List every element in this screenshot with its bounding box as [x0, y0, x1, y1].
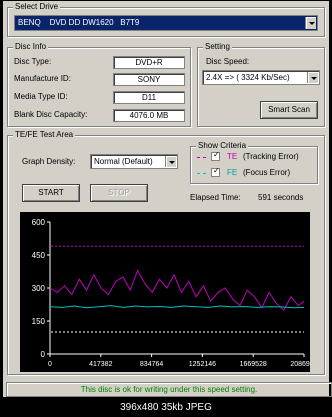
- stop-button[interactable]: STOP: [90, 184, 148, 202]
- disc-speed-label: Disc Speed:: [206, 57, 250, 66]
- elapsed-time-label: Elapsed Time:: [190, 193, 241, 202]
- media-type-id-label: Media Type ID:: [14, 92, 68, 101]
- disc-type-label: Disc Type:: [14, 57, 52, 66]
- nero-cd-dvd-speed-window: Select Drive BENQ DVD DD DW1620 B7T9 Dis…: [3, 1, 332, 397]
- x-tick-label: 1252146: [189, 361, 216, 368]
- show-criteria-group: Show Criteria TE (Tracking Error) FE (Fo…: [190, 141, 318, 184]
- graph-density-value: Normal (Default): [94, 157, 153, 166]
- te-long-label: (Tracking Error): [243, 152, 299, 161]
- image-caption: 396x480 35kb JPEG: [120, 402, 212, 413]
- disc-info-group: Disc Info Disc Type: DVD+R Manufacture I…: [7, 42, 191, 127]
- te-short-label: TE: [227, 152, 238, 161]
- graph-density-label: Graph Density:: [22, 157, 76, 166]
- y-tick-label: 450: [32, 251, 46, 260]
- disc-info-title: Disc Info: [13, 42, 49, 52]
- y-tick-label: 600: [32, 218, 46, 227]
- x-tick-label: 1669528: [240, 361, 267, 368]
- te-checkbox[interactable]: [211, 150, 220, 161]
- media-type-id-value: D11: [113, 91, 185, 104]
- fe-short-label: FE: [227, 168, 238, 177]
- setting-title: Setting: [203, 42, 232, 52]
- chevron-down-icon[interactable]: [305, 17, 316, 29]
- series-line: [49, 305, 305, 309]
- blank-disc-capacity-label: Blank Disc Capacity:: [14, 110, 88, 119]
- y-tick-label: 150: [32, 317, 46, 326]
- select-drive-title: Select Drive: [13, 2, 61, 12]
- series-line: [49, 269, 305, 311]
- disc-speed-dropdown[interactable]: 2.4X => ( 3324 Kb/Sec): [202, 70, 320, 85]
- te-fe-chart: 600 450 300 150 00 417382 834764 1252146 1669528…: [20, 212, 310, 372]
- chevron-down-icon[interactable]: [165, 156, 176, 167]
- fe-checkbox[interactable]: [211, 166, 220, 177]
- te-legend-line: [197, 157, 206, 158]
- setting-group: Setting Disc Speed: 2.4X => ( 3324 Kb/Se…: [197, 42, 325, 127]
- disc-speed-value: 2.4X => ( 3324 Kb/Sec): [206, 73, 290, 82]
- elapsed-time-value: 591 seconds: [258, 193, 304, 202]
- disc-type-value: DVD+R: [113, 56, 185, 69]
- manufacture-id-label: Manufacture ID:: [14, 74, 71, 83]
- fe-long-label: (Focus Error): [243, 168, 291, 177]
- smart-scan-button[interactable]: Smart Scan: [260, 101, 318, 119]
- start-button[interactable]: START: [22, 184, 80, 202]
- y-tick-label: 300: [32, 284, 46, 293]
- x-tick-label: 834764: [140, 361, 163, 368]
- x-tick-label: 0: [48, 361, 52, 368]
- select-drive-group: Select Drive BENQ DVD DD DW1620 B7T9: [7, 2, 325, 37]
- x-tick-label: 2086912: [290, 361, 310, 368]
- test-area-group: TE/FE Test Area Graph Density: Normal (D…: [7, 130, 325, 375]
- graph-density-dropdown[interactable]: Normal (Default): [90, 154, 178, 169]
- y-tick-label: 0: [41, 350, 46, 359]
- drive-dropdown-value: BENQ DVD DD DW1620 B7T9: [18, 18, 140, 27]
- drive-dropdown[interactable]: BENQ DVD DD DW1620 B7T9: [14, 15, 318, 31]
- x-tick-label: 417382: [89, 361, 112, 368]
- show-criteria-title: Show Criteria: [196, 141, 249, 151]
- status-bar: This disc is ok for writing under this s…: [6, 382, 332, 397]
- chevron-down-icon[interactable]: [307, 72, 318, 83]
- manufacture-id-value: SONY: [113, 73, 185, 86]
- fe-legend-line: [197, 173, 206, 174]
- blank-disc-capacity-value: 4076.0 MB: [113, 109, 185, 122]
- test-area-title: TE/FE Test Area: [13, 130, 76, 140]
